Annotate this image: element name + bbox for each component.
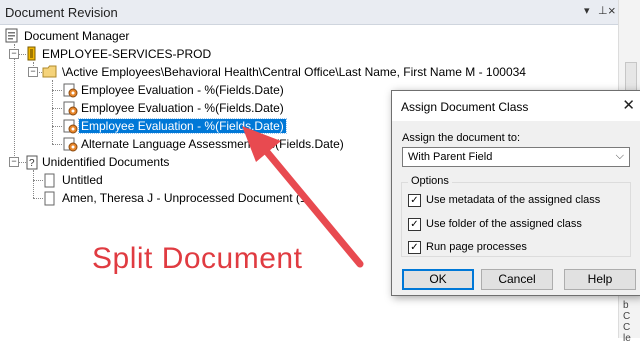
- cancel-button[interactable]: Cancel: [481, 269, 553, 290]
- select-value: With Parent Field: [408, 151, 493, 163]
- options-legend: Options: [408, 175, 452, 187]
- split-document-annotation: Split Document: [92, 242, 303, 275]
- assign-to-label: Assign the document to:: [402, 132, 521, 144]
- folder-checkbox[interactable]: ✓: [408, 218, 421, 231]
- metadata-checkbox[interactable]: ✓: [408, 194, 421, 207]
- chevron-down-icon: ⌵: [615, 150, 624, 162]
- help-button[interactable]: Help: [564, 269, 636, 290]
- dialog-close-icon[interactable]: ✕: [622, 96, 635, 114]
- assign-to-select[interactable]: With Parent Field ⌵: [402, 147, 630, 167]
- page-processes-option-label: Run page processes: [426, 241, 527, 253]
- metadata-option-label: Use metadata of the assigned class: [426, 194, 601, 206]
- folder-option-label: Use folder of the assigned class: [426, 218, 582, 230]
- assign-document-class-dialog: Assign Document Class ✕ Assign the docum…: [391, 90, 640, 296]
- page-processes-checkbox[interactable]: ✓: [408, 241, 421, 254]
- dialog-titlebar: Assign Document Class ✕: [392, 91, 640, 121]
- dialog-title: Assign Document Class: [401, 100, 529, 114]
- ok-button[interactable]: OK: [402, 269, 474, 290]
